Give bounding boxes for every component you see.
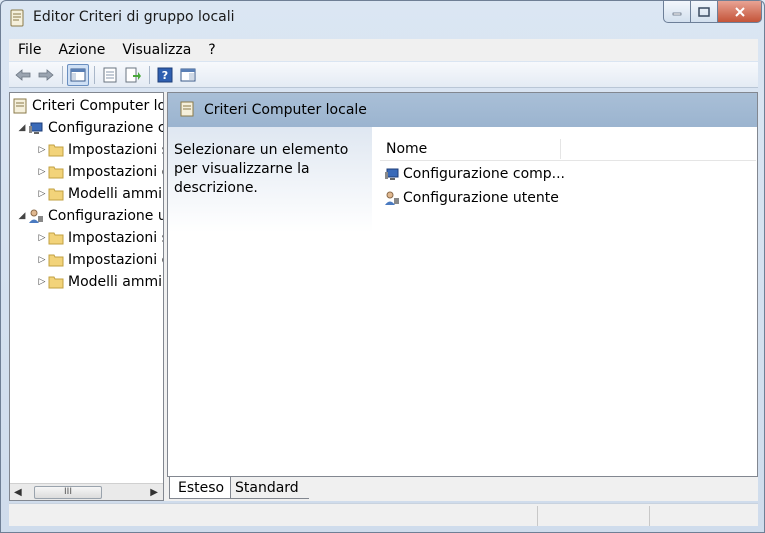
status-divider <box>649 506 650 526</box>
folder-icon <box>48 254 64 267</box>
maximize-icon <box>698 6 710 17</box>
tree-item-windows-user[interactable]: ▷ Impostazioni di Windows <box>36 249 163 271</box>
toolbar-separator <box>94 65 95 84</box>
show-hide-tree-icon <box>70 68 86 81</box>
help-button[interactable]: ? <box>154 64 176 86</box>
expand-icon[interactable]: ▷ <box>36 167 48 177</box>
description-text: Selezionare un elemento per visualizzarn… <box>174 142 349 196</box>
maximize-button[interactable] <box>691 1 718 23</box>
user-config-icon <box>29 209 43 223</box>
folder-icon <box>48 166 64 179</box>
navigation-tree: Criteri Computer locale ◢ Configurazione… <box>9 92 164 501</box>
folder-icon <box>48 144 64 157</box>
tree-root[interactable]: Criteri Computer locale <box>12 95 163 117</box>
status-divider <box>537 506 538 526</box>
properties-icon <box>103 67 117 82</box>
list-header: Nome <box>380 137 756 161</box>
scroll-right-icon[interactable]: ▶ <box>150 487 158 498</box>
title-bar[interactable]: Editor Criteri di gruppo locali <box>1 1 764 35</box>
properties-button[interactable] <box>99 64 121 86</box>
folder-icon <box>48 232 64 245</box>
help-icon: ? <box>157 67 173 82</box>
computer-config-icon <box>385 168 399 180</box>
menu-file[interactable]: File <box>9 42 49 58</box>
minimize-button[interactable] <box>663 1 691 23</box>
folder-icon <box>48 188 64 201</box>
tree-item-label: Impostazioni di Windows <box>68 164 163 180</box>
forward-button[interactable] <box>35 64 57 86</box>
view-tabs: Esteso Standard <box>169 477 469 501</box>
expand-icon[interactable]: ▷ <box>36 255 48 265</box>
list-item-label: Configurazione utente <box>403 190 559 206</box>
column-divider[interactable] <box>560 139 561 159</box>
expand-icon[interactable]: ▷ <box>36 277 48 287</box>
tree-node-user[interactable]: ◢ Configurazione utente <box>16 205 163 227</box>
scroll-thumb[interactable]: III <box>34 486 102 499</box>
user-config-icon <box>385 191 399 205</box>
expand-icon[interactable]: ▷ <box>36 145 48 155</box>
tree-item-label: Modelli amministrativi <box>68 274 163 290</box>
tree-item-label: Modelli amministrativi <box>68 186 163 202</box>
tree-root-label: Criteri Computer locale <box>32 98 163 114</box>
tree-item-software-user[interactable]: ▷ Impostazioni software <box>36 227 163 249</box>
column-header-nome[interactable]: Nome <box>386 141 427 157</box>
back-button[interactable] <box>12 64 34 86</box>
extended-view-button[interactable] <box>177 64 199 86</box>
status-bar <box>9 503 758 526</box>
tree-item-software-computer[interactable]: ▷ Impostazioni software <box>36 139 163 161</box>
description-panel: Selezionare un elemento per visualizzarn… <box>168 127 374 476</box>
forward-arrow-icon <box>38 68 54 81</box>
tree-node-label: Configurazione utente <box>48 208 163 224</box>
toolbar-separator <box>62 65 63 84</box>
policy-app-icon <box>9 9 25 27</box>
main-content: Criteri Computer locale ◢ Configurazione… <box>9 92 758 501</box>
close-button[interactable] <box>718 1 762 23</box>
menu-bar: File Azione Visualizza ? <box>9 39 758 61</box>
window-title: Editor Criteri di gruppo locali <box>33 9 235 25</box>
tree-item-admin-user[interactable]: ▷ Modelli amministrativi <box>36 271 163 293</box>
scroll-left-icon[interactable]: ◀ <box>14 487 22 498</box>
tree-item-label: Impostazioni di Windows <box>68 252 163 268</box>
export-list-button[interactable] <box>122 64 144 86</box>
export-list-icon <box>125 67 141 82</box>
tree-node-label: Configurazione computer <box>48 120 163 136</box>
close-icon <box>734 6 745 17</box>
policy-icon <box>180 101 194 121</box>
app-window: Editor Criteri di gruppo locali File Azi… <box>0 0 765 533</box>
tab-standard[interactable]: Standard <box>231 477 309 499</box>
list-item-user[interactable]: Configurazione utente <box>384 187 559 209</box>
show-hide-tree-button[interactable] <box>67 63 89 86</box>
details-header: Criteri Computer locale <box>168 93 757 127</box>
tree-item-windows-computer[interactable]: ▷ Impostazioni di Windows <box>36 161 163 183</box>
caption-buttons <box>663 1 762 23</box>
tree-item-admin-computer[interactable]: ▷ Modelli amministrativi <box>36 183 163 205</box>
tree-item-label: Impostazioni software <box>68 142 163 158</box>
folder-icon <box>48 276 64 289</box>
collapse-icon[interactable]: ◢ <box>16 123 28 133</box>
tree-node-computer[interactable]: ◢ Configurazione computer <box>16 117 163 139</box>
extended-view-icon <box>180 68 196 81</box>
minimize-icon <box>672 12 682 15</box>
menu-azione[interactable]: Azione <box>49 42 113 58</box>
policy-icon <box>13 98 27 114</box>
list-item-computer[interactable]: Configurazione comp... <box>384 163 565 185</box>
list-item-label: Configurazione comp... <box>403 166 566 182</box>
computer-config-icon <box>29 122 43 134</box>
toolbar: ? <box>9 62 758 88</box>
menu-help[interactable]: ? <box>199 42 223 58</box>
tab-esteso[interactable]: Esteso <box>169 477 231 499</box>
details-pane: Criteri Computer locale Selezionare un e… <box>167 92 758 477</box>
back-arrow-icon <box>15 68 31 81</box>
tree-horizontal-scrollbar[interactable]: ◀ III ▶ <box>10 483 163 500</box>
toolbar-separator <box>149 65 150 84</box>
collapse-icon[interactable]: ◢ <box>16 211 28 221</box>
svg-text:?: ? <box>162 69 168 82</box>
tree-item-label: Impostazioni software <box>68 230 163 246</box>
menu-visualizza[interactable]: Visualizza <box>113 42 199 58</box>
expand-icon[interactable]: ▷ <box>36 233 48 243</box>
expand-icon[interactable]: ▷ <box>36 189 48 199</box>
details-title: Criteri Computer locale <box>204 102 367 118</box>
